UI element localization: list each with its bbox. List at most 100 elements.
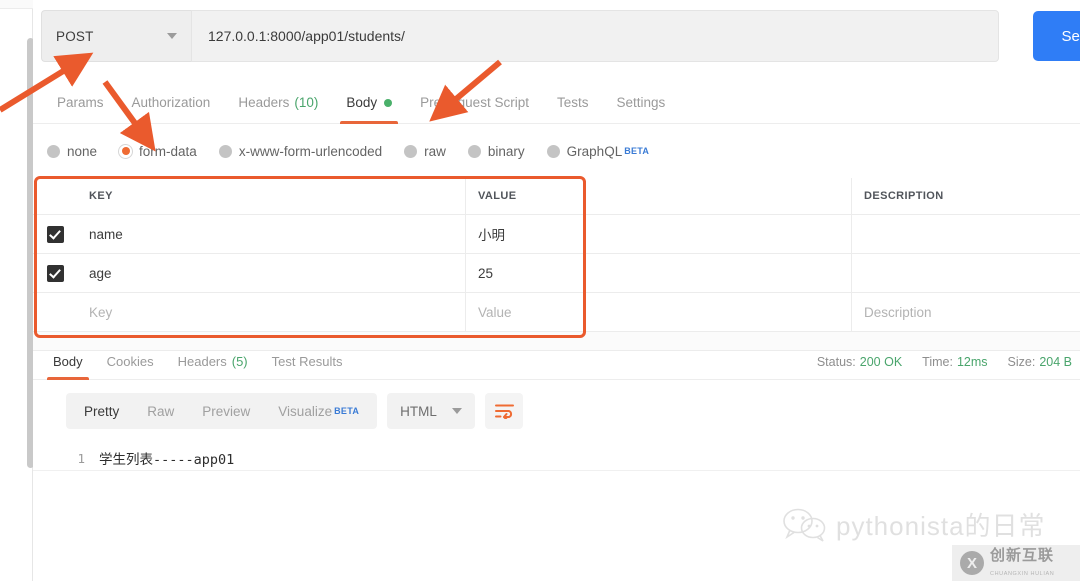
tab-settings[interactable]: Settings [602, 82, 679, 124]
method-selector[interactable]: POST [41, 10, 191, 62]
view-mode-pretty-label: Pretty [84, 403, 120, 419]
size-badge: Size: 204 B [1008, 355, 1072, 369]
response-tab-headers[interactable]: Headers (5) [166, 344, 260, 380]
body-type-radio-group: none form-data x-www-form-urlencoded raw… [33, 130, 1080, 172]
table-row-empty[interactable]: Key Value Description [33, 293, 1080, 332]
response-tab-body-label: Body [53, 354, 83, 369]
body-type-binary[interactable]: binary [467, 143, 525, 159]
time-badge: Time: 12ms [922, 355, 987, 369]
time-value: 12ms [956, 354, 988, 369]
new-description-input[interactable]: Description [852, 293, 1080, 331]
row-checkbox-cell[interactable] [33, 254, 77, 292]
header-value: VALUE [466, 178, 852, 214]
tab-authorization[interactable]: Authorization [118, 82, 225, 124]
new-key-input[interactable]: Key [77, 293, 466, 331]
url-input[interactable]: 127.0.0.1:8000/app01/students/ [191, 10, 999, 62]
table-row[interactable]: age 25 [33, 254, 1080, 293]
header-description: DESCRIPTION [864, 190, 944, 202]
response-tab-test-results[interactable]: Test Results [260, 344, 355, 380]
url-text: 127.0.0.1:8000/app01/students/ [208, 28, 405, 44]
response-format-label: HTML [400, 403, 437, 419]
view-mode-preview-label: Preview [202, 403, 251, 419]
checkbox-checked-icon[interactable] [46, 225, 64, 243]
row-description[interactable] [852, 254, 1080, 292]
tab-body[interactable]: Body [332, 82, 406, 124]
radio-on-icon [119, 144, 133, 158]
response-tab-cookies[interactable]: Cookies [95, 344, 166, 380]
body-type-raw[interactable]: raw [404, 144, 446, 159]
view-mode-raw-label: Raw [147, 403, 175, 419]
body-type-urlencoded-label: x-www-form-urlencoded [238, 143, 383, 159]
table-row[interactable]: name 小明 [33, 215, 1080, 254]
row-value[interactable]: 小明 [466, 215, 852, 253]
size-label: Size: [1007, 354, 1036, 369]
status-value: 200 OK [859, 354, 903, 369]
header-key: KEY [77, 178, 466, 214]
time-label: Time: [922, 354, 953, 369]
tab-headers-label: Headers [238, 95, 290, 110]
tab-headers[interactable]: Headers (10) [224, 82, 332, 124]
tab-tests[interactable]: Tests [543, 82, 603, 124]
body-type-urlencoded[interactable]: x-www-form-urlencoded [218, 143, 383, 159]
checkbox-checked-icon[interactable] [46, 264, 64, 282]
row-value[interactable]: 25 [466, 254, 852, 292]
new-value-input[interactable]: Value [466, 293, 852, 331]
wrap-lines-icon [494, 404, 514, 419]
response-view-toolbar: Pretty Raw Preview Visualize BETA HTML [66, 393, 524, 429]
radio-off-icon [467, 144, 481, 158]
view-mode-raw[interactable]: Raw [133, 393, 188, 429]
row-checkbox-cell-empty [33, 293, 77, 331]
tab-headers-count: (10) [294, 95, 319, 110]
response-tab-test-results-label: Test Results [271, 354, 343, 369]
tab-pre-request-script[interactable]: Pre-request Script [406, 82, 543, 124]
response-tabs: Body Cookies Headers (5) Test Results St… [33, 344, 1080, 380]
response-body-line: 学生列表-----app01 [99, 452, 235, 468]
radio-off-icon [218, 144, 232, 158]
body-type-raw-label: raw [424, 143, 446, 159]
radio-off-icon [47, 144, 60, 158]
request-response-pane: POST 127.0.0.1:8000/app01/students/ Send… [33, 0, 1080, 581]
row-key[interactable]: age [77, 254, 466, 292]
request-tabs: Params Authorization Headers (10) Body P… [33, 82, 1080, 124]
table-header-row: KEY VALUE DESCRIPTION [33, 178, 1080, 215]
response-tab-headers-label: Headers [177, 354, 227, 369]
body-type-form-data[interactable]: form-data [119, 144, 197, 159]
header-checkbox-cell [33, 178, 77, 214]
response-format-selector[interactable]: HTML [387, 393, 476, 429]
chevron-down-icon [167, 33, 177, 39]
body-type-none-label: none [67, 143, 98, 159]
body-modified-dot-icon [384, 98, 393, 107]
postman-window: POST 127.0.0.1:8000/app01/students/ Send… [0, 0, 1080, 581]
chevron-down-icon [452, 408, 463, 414]
wrap-lines-button[interactable] [485, 393, 524, 429]
view-mode-pretty[interactable]: Pretty [70, 393, 133, 429]
response-meta: Status: 200 OK Time: 12ms Size: 204 B [817, 355, 1072, 369]
status-label: Status: [816, 354, 856, 369]
view-mode-visualize-label: Visualize [278, 403, 333, 419]
response-body-divider [33, 470, 1080, 471]
body-type-graphql[interactable]: GraphQL BETA [546, 143, 650, 159]
response-view-mode-group: Pretty Raw Preview Visualize BETA [66, 393, 378, 429]
body-type-graphql-label: GraphQL [566, 143, 623, 159]
radio-off-icon [546, 144, 560, 158]
row-key[interactable]: name [77, 215, 466, 253]
tab-params[interactable]: Params [43, 82, 118, 124]
tab-settings-label: Settings [616, 95, 666, 110]
radio-off-icon [404, 144, 418, 158]
visualize-beta-badge: BETA [334, 406, 360, 416]
status-badge: Status: 200 OK [817, 355, 902, 369]
method-label: POST [56, 28, 94, 44]
view-mode-preview[interactable]: Preview [188, 393, 264, 429]
response-body-viewer[interactable]: 1 学生列表-----app01 [33, 438, 1080, 478]
url-bar: POST 127.0.0.1:8000/app01/students/ [41, 10, 999, 62]
row-checkbox-cell[interactable] [33, 215, 77, 253]
send-button[interactable]: Send [1033, 11, 1080, 61]
view-mode-visualize[interactable]: Visualize BETA [264, 393, 373, 429]
response-tab-body[interactable]: Body [41, 344, 95, 380]
row-description[interactable] [852, 215, 1080, 253]
body-type-none[interactable]: none [47, 144, 97, 159]
body-type-binary-label: binary [487, 143, 525, 159]
response-tab-headers-count: (5) [231, 354, 248, 369]
line-number: 1 [77, 450, 85, 466]
vertical-scrollbar-track[interactable] [13, 0, 34, 581]
